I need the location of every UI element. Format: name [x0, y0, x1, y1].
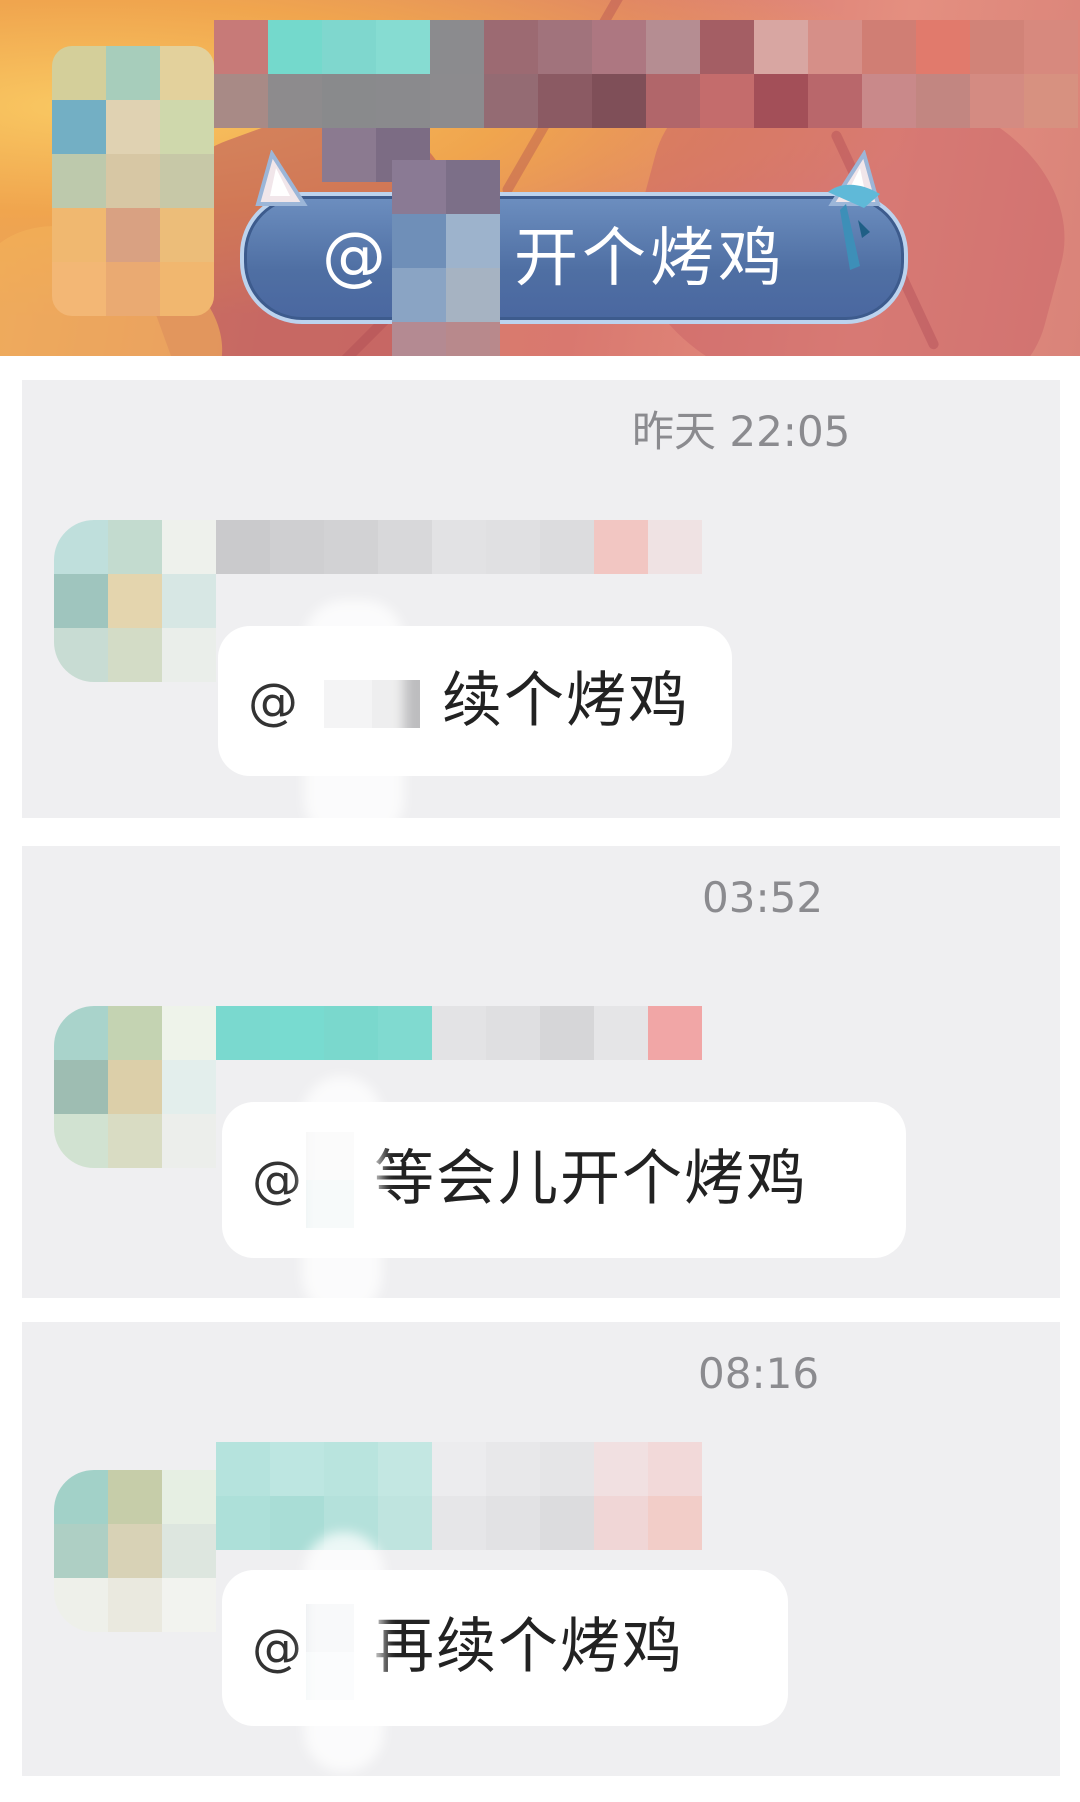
message-timestamp: 08:16: [698, 1349, 820, 1398]
message-text: 再续个烤鸡: [374, 1612, 684, 1682]
mention-at-symbol: @: [252, 1151, 302, 1209]
message-card[interactable]: 08:16 @ 再续个烤鸡: [22, 1322, 1060, 1776]
redaction-smear: [304, 600, 404, 840]
message-text: 续个烤鸡: [442, 666, 690, 736]
sender-avatar-pixelated[interactable]: [52, 46, 214, 316]
cat-ear-icon: [255, 150, 308, 206]
sender-name-pixelated: [216, 1006, 702, 1060]
redaction-pixel-column: [392, 160, 500, 356]
sender-name-pixelated: [216, 520, 702, 574]
sender-avatar-pixelated[interactable]: [54, 520, 216, 682]
mention-text: 开个烤鸡: [514, 222, 786, 296]
mention-at-symbol: @: [322, 220, 386, 294]
message-text: 等会儿开个烤鸡: [374, 1144, 808, 1214]
message-card[interactable]: 昨天 22:05 @ 续个烤鸡: [22, 380, 1060, 840]
redaction-smear: [302, 1076, 382, 1316]
message-timestamp: 昨天 22:05: [632, 407, 851, 456]
top-banner: @ 开个烤鸡: [0, 0, 1080, 356]
hair-clip-icon: [828, 184, 880, 270]
sender-name-pixelated: [214, 20, 1078, 182]
sender-avatar-pixelated[interactable]: [54, 1470, 216, 1632]
mention-at-symbol: @: [248, 673, 298, 731]
message-timestamp: 03:52: [702, 873, 824, 922]
mention-at-symbol: @: [252, 1619, 302, 1677]
sender-avatar-pixelated[interactable]: [54, 1006, 216, 1168]
redaction-smear: [304, 1532, 384, 1772]
sender-name-pixelated: [216, 1442, 702, 1550]
message-bubble[interactable]: @ 续个烤鸡: [218, 626, 732, 776]
mention-badge: @ 开个烤鸡: [240, 150, 908, 324]
message-card[interactable]: 03:52 @ 等会儿开个烤鸡: [22, 846, 1060, 1316]
